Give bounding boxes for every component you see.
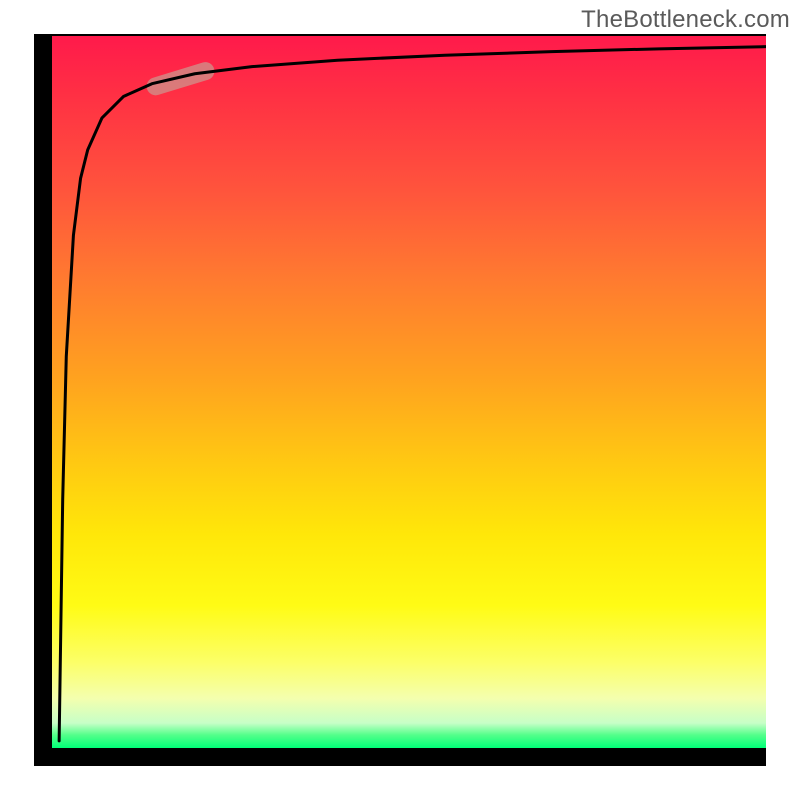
chart-stage: TheBottleneck.com [0, 0, 800, 800]
chart-gradient-area [52, 36, 766, 748]
watermark-label: TheBottleneck.com [581, 6, 790, 34]
